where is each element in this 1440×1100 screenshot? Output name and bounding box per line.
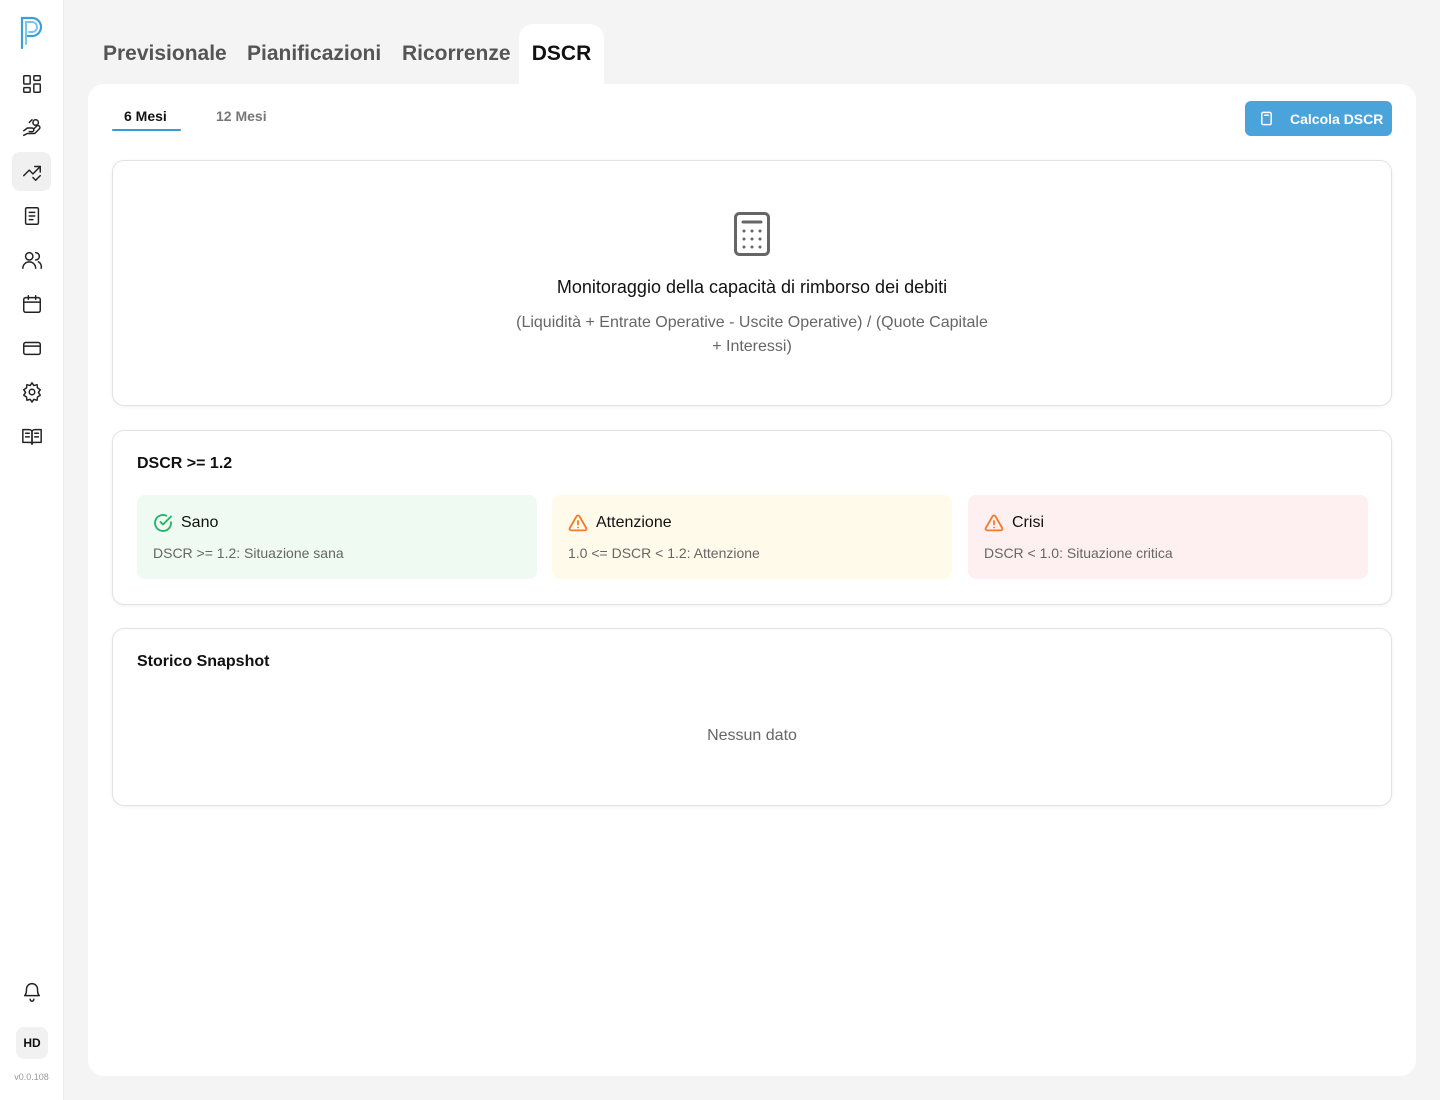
trending-icon — [22, 165, 41, 181]
dashboard-icon — [22, 74, 41, 93]
hero-title: Monitoraggio della capacità di rimborso … — [556, 277, 948, 297]
active-subtab-indicator — [112, 129, 181, 131]
dscr-panel: 6 Mesi 12 Mesi Calcola DSCR Monitoraggio… — [88, 84, 1416, 1076]
status-title: Sano — [181, 514, 219, 531]
sidebar-item-documents[interactable] — [12, 196, 51, 235]
status-title: Attenzione — [596, 514, 672, 531]
app-logo[interactable] — [17, 14, 45, 50]
settings-icon — [22, 381, 41, 403]
app-version: v0.0.108 — [14, 1072, 49, 1082]
tab-dscr[interactable]: DSCR — [519, 24, 604, 84]
book-icon — [21, 428, 42, 445]
hand-coins-icon — [22, 118, 41, 136]
warning-icon — [568, 514, 588, 532]
sidebar: HD v0.0.108 — [0, 0, 64, 1100]
calendar-icon — [22, 294, 41, 313]
calculator-icon — [734, 212, 770, 256]
calculate-dscr-label: Calcola DSCR — [1290, 110, 1384, 127]
tab-previsionale[interactable]: Previsionale — [103, 24, 227, 84]
check-circle-icon — [154, 514, 172, 532]
bell-icon — [23, 982, 40, 1002]
sidebar-item-trends[interactable] — [12, 152, 51, 191]
status-description: DSCR < 1.0: Situazione critica — [984, 545, 1173, 561]
warning-icon — [984, 514, 1004, 532]
sidebar-item-settings[interactable] — [12, 372, 51, 411]
document-icon — [24, 206, 39, 225]
status-title: Crisi — [1012, 514, 1044, 531]
subtab-12-months[interactable]: 12 Mesi — [216, 108, 267, 132]
calculator-icon — [1261, 111, 1272, 126]
dscr-formula: (Liquidità + Entrate Operative - Uscite … — [516, 314, 988, 355]
notifications-button[interactable] — [12, 971, 51, 1010]
sidebar-item-calendar[interactable] — [12, 284, 51, 323]
calculate-dscr-button[interactable]: Calcola DSCR — [1245, 101, 1392, 136]
snapshot-history-title: Storico Snapshot — [137, 653, 270, 670]
status-description: 1.0 <= DSCR < 1.2: Attenzione — [568, 545, 760, 561]
threshold-card: DSCR >= 1.2 Sano DSCR >= 1.2: Situazione… — [112, 430, 1392, 605]
status-healthy: Sano DSCR >= 1.2: Situazione sana — [137, 495, 537, 579]
sidebar-item-guide[interactable] — [12, 416, 51, 455]
sidebar-item-finance[interactable] — [12, 108, 51, 147]
sidebar-item-users[interactable] — [12, 240, 51, 279]
dscr-info-card: Monitoraggio della capacità di rimborso … — [112, 160, 1392, 406]
status-crisis: Crisi DSCR < 1.0: Situazione critica — [968, 495, 1368, 579]
users-icon — [21, 251, 42, 269]
snapshot-history-card: Storico Snapshot Nessun dato — [112, 628, 1392, 806]
credit-card-icon — [22, 341, 41, 355]
empty-state: Nessun dato — [707, 727, 797, 744]
status-warning: Attenzione 1.0 <= DSCR < 1.2: Attenzione — [552, 495, 952, 579]
tab-pianificazioni[interactable]: Pianificazioni — [247, 24, 381, 84]
sidebar-item-cards[interactable] — [12, 328, 51, 367]
tab-ricorrenze[interactable]: Ricorrenze — [402, 24, 511, 84]
threshold-title: DSCR >= 1.2 — [137, 455, 233, 472]
status-description: DSCR >= 1.2: Situazione sana — [153, 545, 344, 561]
sidebar-item-dashboard[interactable] — [12, 64, 51, 103]
avatar[interactable]: HD — [16, 1027, 48, 1059]
